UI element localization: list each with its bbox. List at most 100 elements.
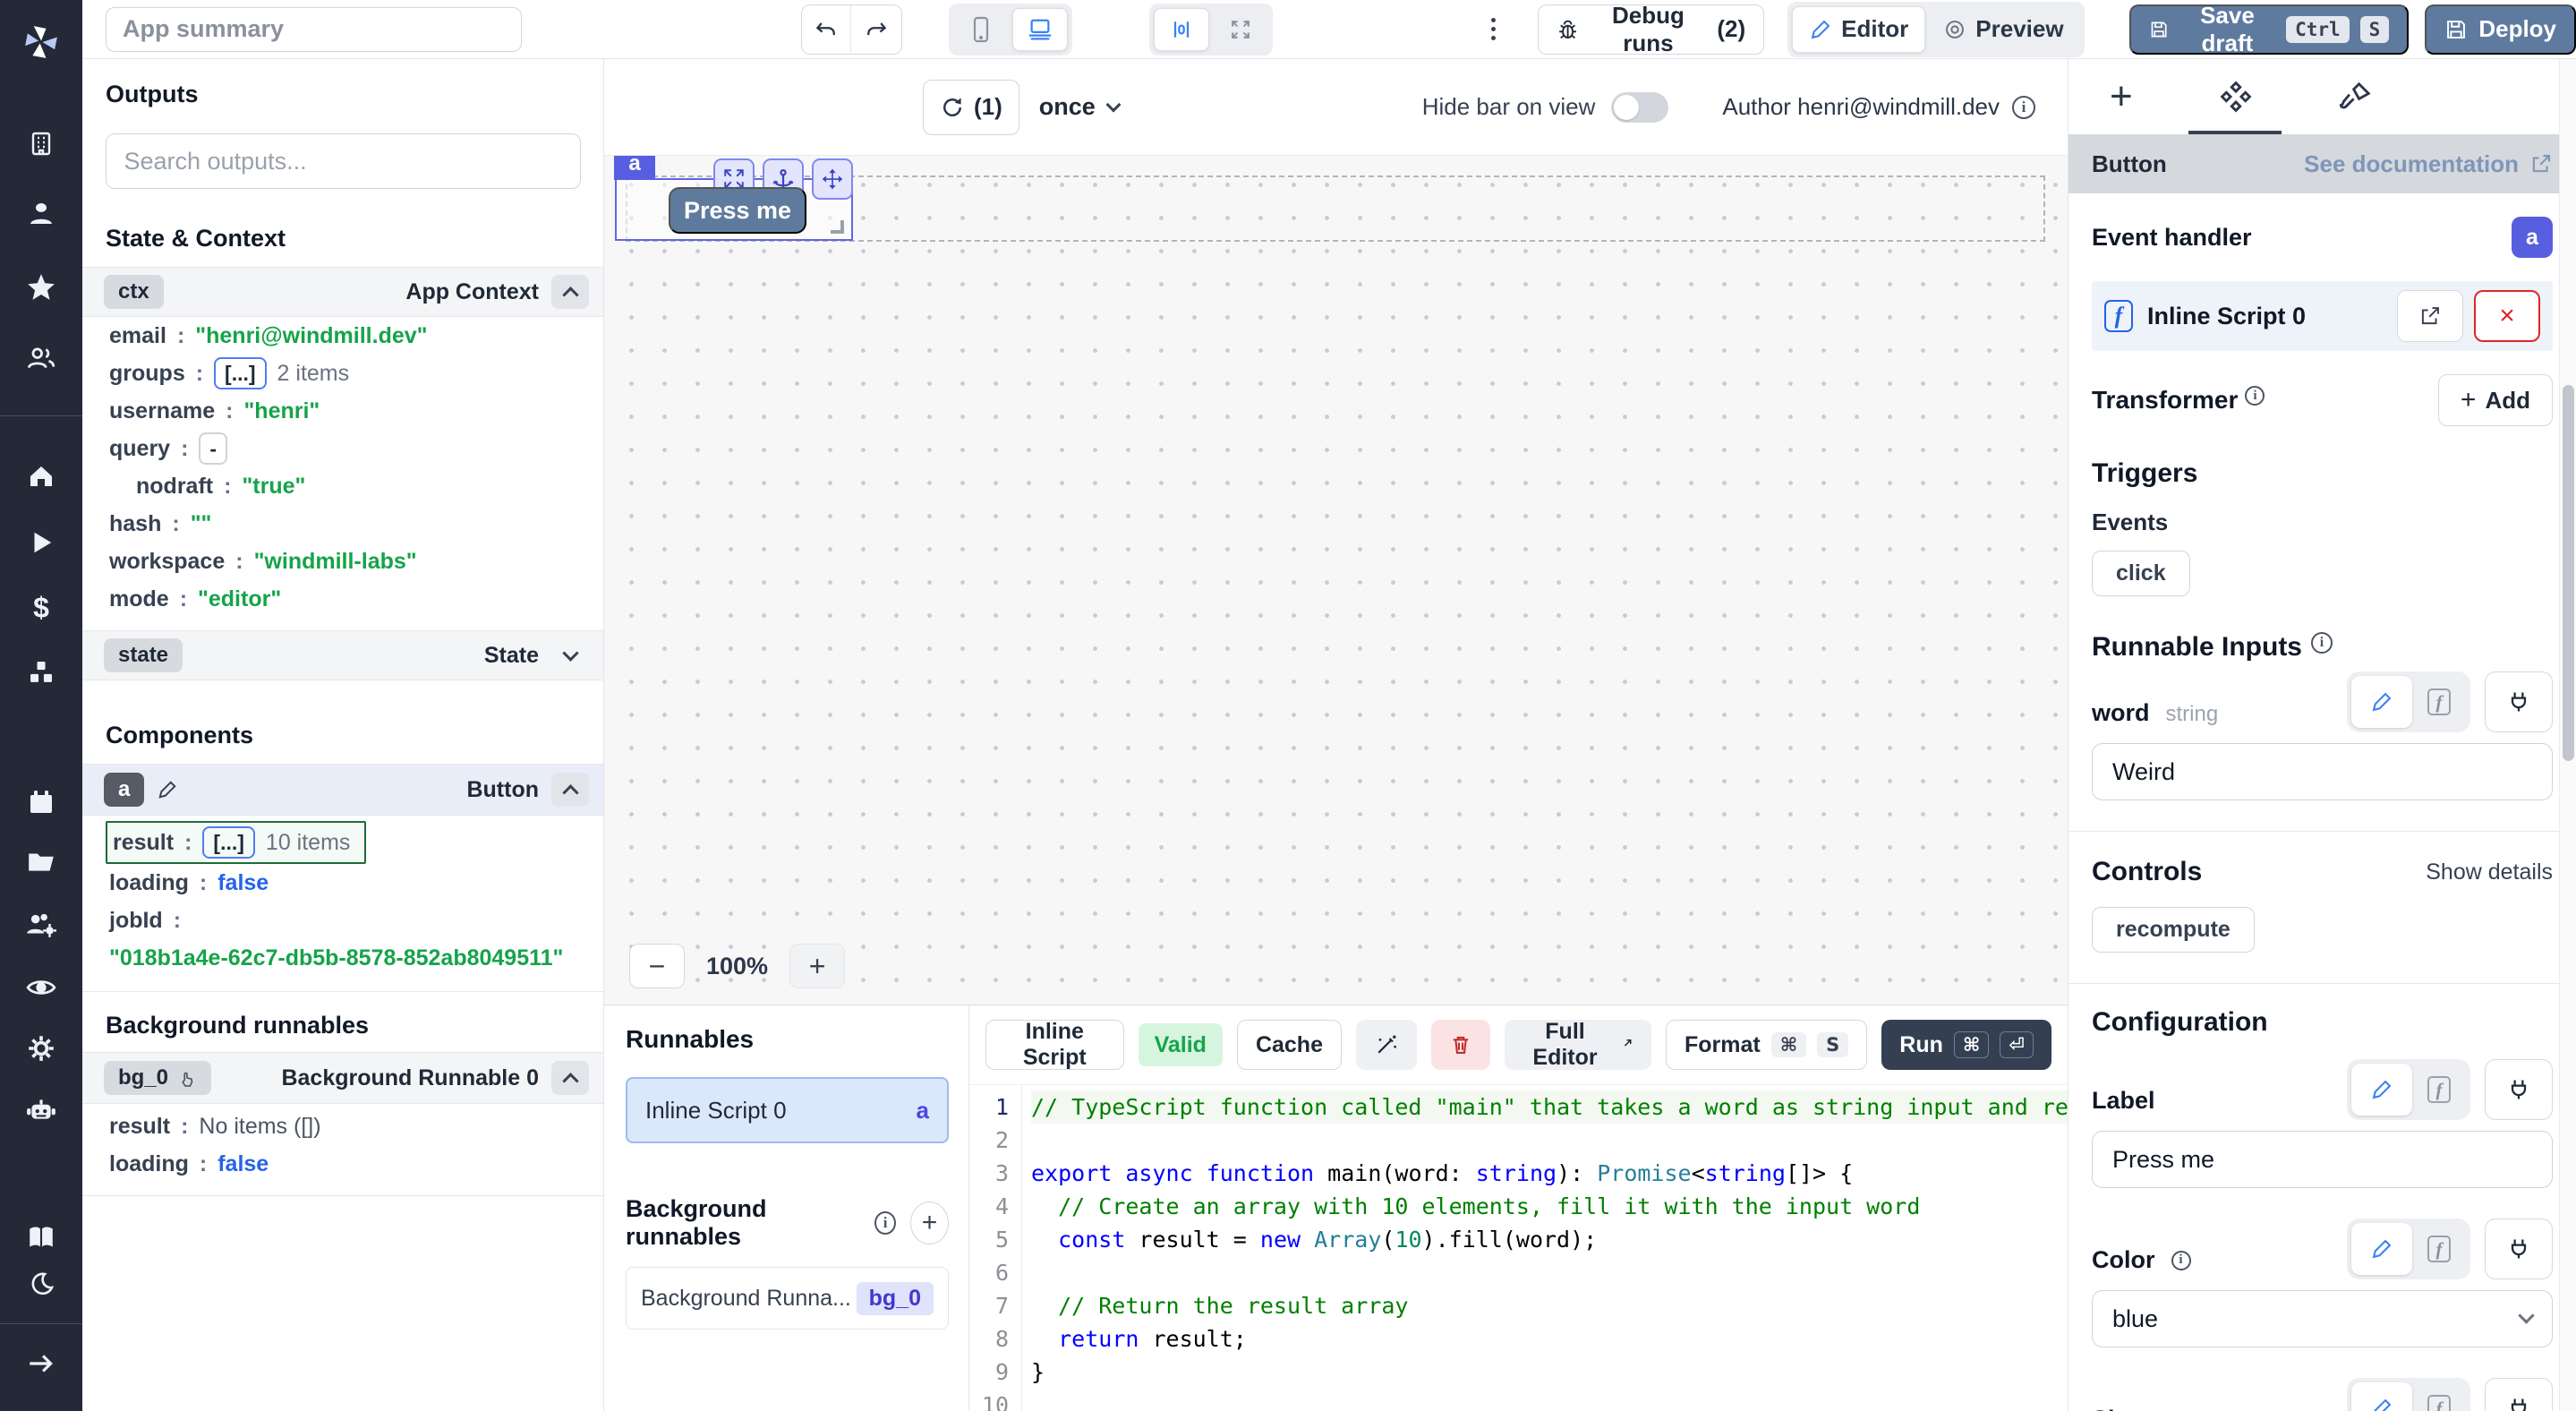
expand-box[interactable]: -	[199, 432, 227, 465]
resources-cubes-icon[interactable]	[26, 657, 56, 688]
show-details-link[interactable]: Show details	[2426, 859, 2553, 885]
docs-book-icon[interactable]	[26, 1222, 56, 1253]
home-icon[interactable]	[27, 462, 55, 491]
undo-button[interactable]	[802, 5, 851, 54]
favorites-star-icon[interactable]	[26, 272, 56, 303]
delete-script-button[interactable]	[1431, 1020, 1490, 1070]
expand-box[interactable]: [...]	[202, 826, 255, 859]
button-component-row[interactable]: a Button	[82, 764, 603, 816]
audit-eye-icon[interactable]	[25, 971, 57, 1004]
connect-plug-button[interactable]	[2485, 1059, 2553, 1120]
code-editor[interactable]: 12345678910 // TypeScript function calle…	[969, 1084, 2068, 1411]
account-person-icon[interactable]	[27, 200, 55, 228]
ai-wand-button[interactable]	[1356, 1020, 1417, 1070]
search-outputs-input[interactable]	[106, 133, 581, 189]
full-editor-button[interactable]: Full Editor	[1505, 1020, 1651, 1070]
event-script-row[interactable]: f Inline Script 0 ×	[2092, 281, 2553, 351]
resize-corner-handle[interactable]	[831, 220, 844, 234]
word-value-input[interactable]	[2092, 743, 2553, 800]
format-button[interactable]: Format ⌘ S	[1666, 1020, 1867, 1070]
expression-mode-button[interactable]: f	[2412, 1382, 2466, 1411]
open-script-button[interactable]	[2397, 290, 2463, 342]
rename-pencil-icon[interactable]	[157, 779, 178, 800]
tab-insert-plus-icon[interactable]: +	[2110, 79, 2133, 115]
usage-dollar-icon[interactable]: $	[33, 592, 49, 625]
schedules-calendar-icon[interactable]	[27, 788, 55, 817]
groups-users-icon[interactable]	[26, 343, 56, 373]
button-collapse-button[interactable]	[551, 773, 589, 807]
bg0-section-row[interactable]: bg_0 Background Runnable 0	[82, 1052, 603, 1104]
centered-layout-button[interactable]	[1154, 8, 1209, 51]
info-icon[interactable]: i	[2012, 96, 2035, 119]
desktop-view-button[interactable]	[1012, 8, 1068, 51]
press-me-button[interactable]: Press me	[669, 187, 806, 234]
connect-plug-button[interactable]	[2485, 1378, 2553, 1411]
info-icon[interactable]: i	[874, 1211, 896, 1235]
runnable-item-inline-script-0[interactable]: Inline Script 0 a	[626, 1077, 949, 1143]
selected-component-box[interactable]: a Press me	[615, 178, 853, 241]
see-documentation-link[interactable]: See documentation	[2304, 150, 2553, 178]
add-transformer-button[interactable]: + Add	[2438, 374, 2553, 426]
info-icon[interactable]: i	[2311, 632, 2333, 654]
add-background-runnable-button[interactable]: +	[910, 1201, 949, 1244]
hide-bar-toggle[interactable]	[1611, 92, 1668, 123]
windmill-logo-icon[interactable]	[21, 22, 61, 62]
debug-runs-button[interactable]: Debug runs (2)	[1538, 4, 1764, 55]
expand-rail-arrow-icon[interactable]	[26, 1348, 56, 1379]
label-value-input[interactable]	[2092, 1131, 2553, 1188]
settings-gear-icon[interactable]	[26, 1033, 56, 1064]
run-button[interactable]: Run ⌘ ⏎	[1881, 1020, 2051, 1070]
deploy-button[interactable]: Deploy	[2425, 4, 2576, 55]
color-select[interactable]: blue	[2092, 1290, 2553, 1347]
folders-icon[interactable]	[26, 846, 56, 877]
app-summary-input[interactable]	[106, 7, 522, 52]
mobile-view-button[interactable]	[953, 8, 1009, 51]
tab-editor[interactable]: Editor	[1792, 6, 1925, 53]
recompute-pill[interactable]: recompute	[2092, 907, 2255, 953]
redo-button[interactable]	[851, 5, 900, 54]
right-panel-scrollbar[interactable]	[2559, 59, 2576, 1411]
runs-play-icon[interactable]	[28, 529, 55, 556]
move-handle[interactable]	[812, 158, 853, 200]
expression-mode-button[interactable]: f	[2412, 1223, 2466, 1275]
hide-bar-label: Hide bar on view	[1422, 93, 1596, 121]
connect-plug-button[interactable]	[2485, 671, 2553, 732]
zoom-out-button[interactable]: −	[629, 944, 685, 988]
static-mode-pencil-button[interactable]	[2351, 1064, 2412, 1116]
workspace-building-icon[interactable]	[27, 129, 55, 158]
scrollbar-thumb[interactable]	[2563, 385, 2574, 761]
static-mode-pencil-button[interactable]	[2351, 676, 2412, 728]
ctx-section-row[interactable]: ctx App Context	[82, 267, 603, 317]
bg0-collapse-button[interactable]	[551, 1061, 589, 1095]
expand-box[interactable]: [...]	[214, 357, 267, 389]
workers-users-gear-icon[interactable]	[25, 909, 57, 941]
info-icon[interactable]: i	[2245, 386, 2265, 406]
dark-mode-moon-icon[interactable]	[27, 1270, 55, 1299]
tab-styling-brush-icon[interactable]	[2339, 80, 2373, 114]
static-mode-pencil-button[interactable]	[2351, 1223, 2412, 1275]
language-button[interactable]: Inline Script	[985, 1020, 1124, 1070]
cache-button[interactable]: Cache	[1237, 1020, 1342, 1070]
outputs-title: Outputs	[82, 81, 603, 108]
fullscreen-layout-button[interactable]	[1213, 8, 1268, 51]
event-pill-click[interactable]: click	[2092, 551, 2190, 596]
background-runnable-item[interactable]: Background Runna... bg_0	[626, 1267, 949, 1330]
expression-mode-button[interactable]: f	[2412, 676, 2466, 728]
more-menu-kebab-icon[interactable]	[1488, 18, 1501, 40]
connect-plug-button[interactable]	[2485, 1219, 2553, 1279]
info-icon[interactable]: i	[2171, 1251, 2191, 1270]
expression-mode-button[interactable]: f	[2412, 1064, 2466, 1116]
save-draft-button[interactable]: Save draft Ctrl S	[2129, 4, 2410, 55]
code-lines[interactable]: // TypeScript function called "main" tha…	[1021, 1085, 2068, 1411]
app-canvas[interactable]: a Press me − 100% +	[604, 156, 2068, 1005]
interval-select[interactable]: once	[1039, 93, 1119, 121]
zoom-in-button[interactable]: +	[789, 944, 845, 988]
static-mode-pencil-button[interactable]	[2351, 1382, 2412, 1411]
tab-preview[interactable]: Preview	[1927, 6, 2079, 53]
state-section-row[interactable]: state State	[82, 630, 603, 680]
remove-script-button[interactable]: ×	[2474, 290, 2540, 342]
refresh-button[interactable]: (1)	[923, 80, 1019, 135]
ai-robot-icon[interactable]	[25, 1093, 57, 1125]
tab-component-settings-icon[interactable]	[2219, 80, 2253, 114]
ctx-collapse-button[interactable]	[551, 275, 589, 309]
